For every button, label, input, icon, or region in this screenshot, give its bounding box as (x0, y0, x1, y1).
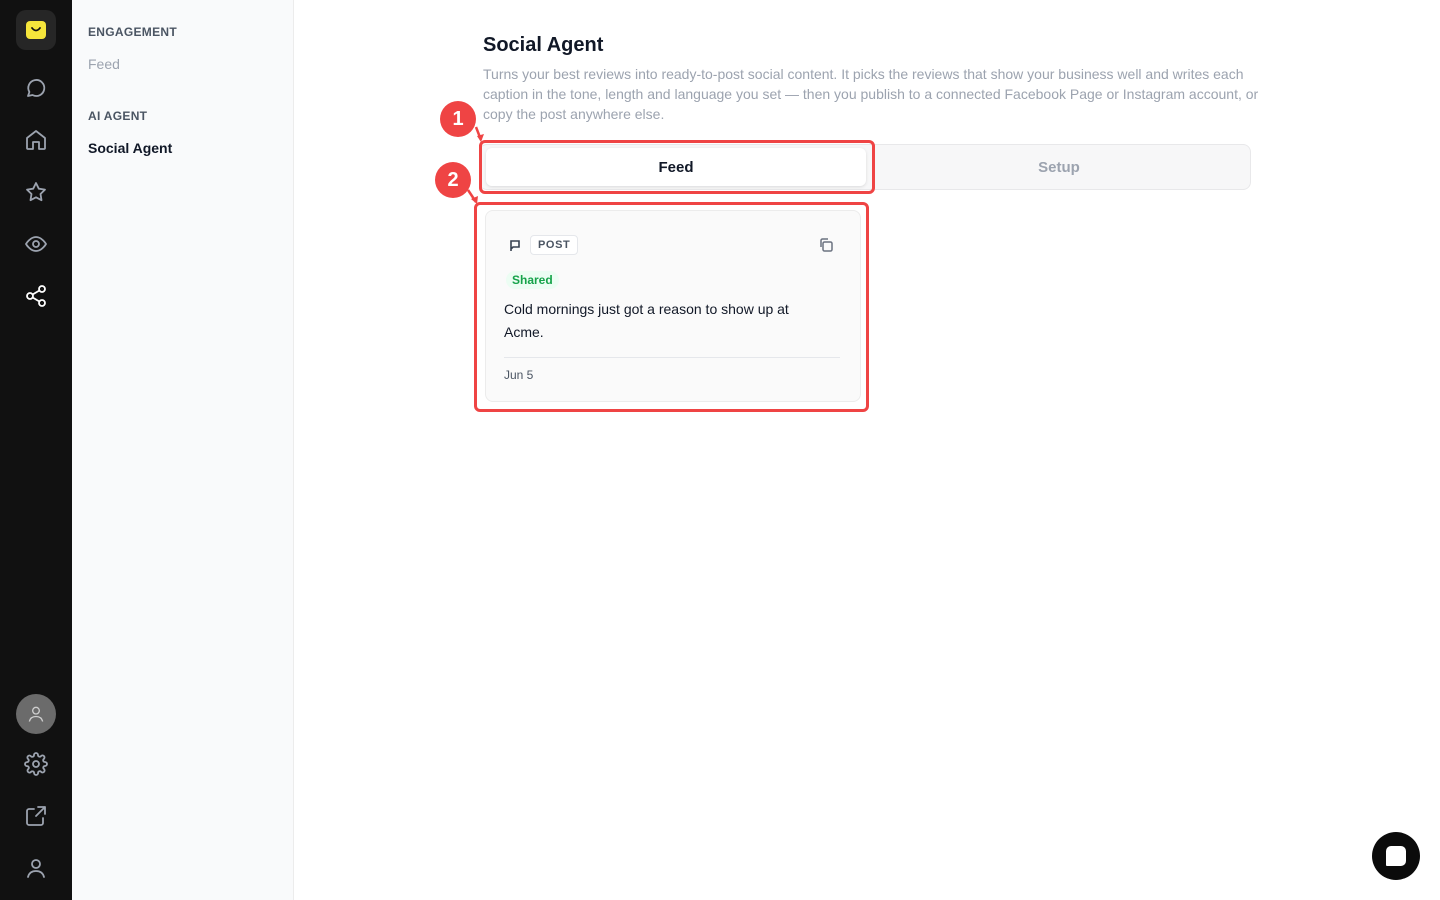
icon-rail (0, 0, 72, 900)
annotation-marker-1: 1 (440, 101, 476, 137)
section-heading-engagement: ENGAGEMENT (88, 25, 178, 39)
annotation-marker-2: 2 (435, 162, 471, 198)
sidebar-item-feed[interactable]: Feed (88, 56, 120, 72)
sidebar-item-social-agent[interactable]: Social Agent (88, 140, 172, 156)
home-icon[interactable] (20, 124, 52, 156)
user-icon[interactable] (20, 852, 52, 884)
secondary-sidebar: ENGAGEMENT Feed AI AGENT Social Agent (72, 0, 294, 900)
chat-bubble-icon[interactable] (20, 72, 52, 104)
gear-icon[interactable] (20, 748, 52, 780)
highlight-post-card (474, 202, 869, 412)
external-link-icon[interactable] (20, 800, 52, 832)
tab-setup[interactable]: Setup (872, 148, 1246, 186)
page-title: Social Agent (483, 34, 604, 56)
support-chat-button[interactable] (1372, 832, 1420, 880)
avatar-icon[interactable] (16, 694, 56, 734)
chat-icon (1386, 846, 1406, 866)
highlight-feed-tab (479, 140, 875, 194)
page-description: Turns your best reviews into ready-to-po… (483, 66, 1259, 122)
section-heading-ai-agent: AI AGENT (88, 109, 148, 123)
logo-chat-icon (26, 21, 46, 39)
share-icon[interactable] (20, 280, 52, 312)
eye-icon[interactable] (20, 228, 52, 260)
star-icon[interactable] (20, 176, 52, 208)
app-logo[interactable] (16, 10, 56, 50)
